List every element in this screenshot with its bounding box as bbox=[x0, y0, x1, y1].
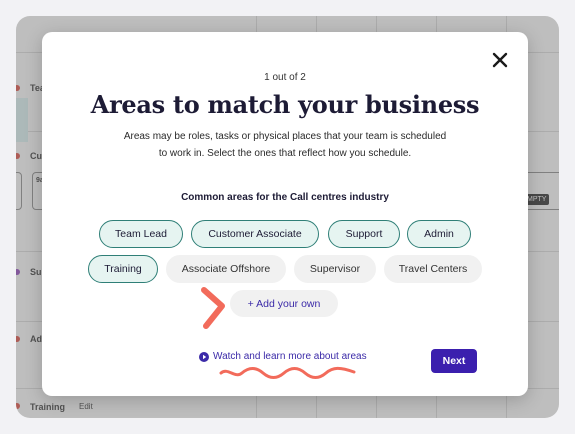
next-button[interactable]: Next bbox=[431, 349, 477, 373]
area-chip-team-lead[interactable]: Team Lead bbox=[99, 220, 183, 248]
area-chip-admin[interactable]: Admin bbox=[407, 220, 471, 248]
squiggle-underline-annotation bbox=[219, 366, 356, 379]
chip-label: Travel Centers bbox=[398, 263, 468, 275]
add-own-label: + Add your own bbox=[247, 297, 321, 310]
chip-label: Supervisor bbox=[309, 263, 361, 275]
modal-description: Areas may be roles, tasks or physical pl… bbox=[123, 131, 447, 159]
chip-label: Support bbox=[345, 228, 383, 240]
watch-video-link[interactable]: Watch and learn more about areas bbox=[199, 351, 367, 362]
industry-subheading: Common areas for the Call centres indust… bbox=[181, 192, 389, 203]
close-button[interactable] bbox=[492, 52, 508, 68]
area-chip-associate-offshore[interactable]: Associate Offshore bbox=[166, 255, 286, 283]
chip-label: Training bbox=[104, 263, 142, 275]
modal-title: Areas to match your business bbox=[90, 90, 480, 119]
area-chip-travel-centers[interactable]: Travel Centers bbox=[384, 255, 482, 283]
watch-link-label: Watch and learn more about areas bbox=[213, 351, 367, 362]
next-label: Next bbox=[442, 355, 466, 367]
area-chip-supervisor[interactable]: Supervisor bbox=[294, 255, 376, 283]
close-icon bbox=[492, 52, 508, 68]
chevron-annotation-icon bbox=[201, 287, 225, 329]
chip-label: Customer Associate bbox=[208, 228, 302, 240]
areas-setup-modal: 1 out of 2 Areas to match your business … bbox=[42, 32, 528, 396]
step-indicator: 1 out of 2 bbox=[264, 72, 306, 83]
chip-label: Associate Offshore bbox=[181, 263, 271, 275]
chip-label: Admin bbox=[424, 228, 454, 240]
area-chip-training[interactable]: Training bbox=[88, 255, 158, 283]
chip-label: Team Lead bbox=[115, 228, 167, 240]
add-your-own-button[interactable]: + Add your own bbox=[230, 290, 338, 317]
area-chip-support[interactable]: Support bbox=[328, 220, 400, 248]
play-icon bbox=[199, 351, 209, 362]
area-chip-customer-associate[interactable]: Customer Associate bbox=[191, 220, 319, 248]
